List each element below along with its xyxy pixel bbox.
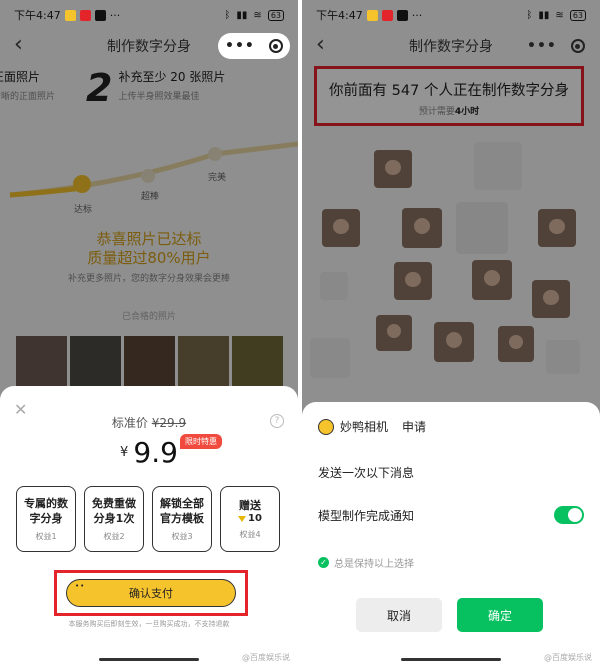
battery-icon: 63	[267, 9, 284, 21]
diamond-icon	[238, 515, 247, 522]
price-value: 9.9	[133, 436, 178, 469]
gift-count-value: 10	[248, 513, 262, 524]
more-notifications-icon: ···	[109, 8, 121, 22]
promo-badge: 限时特惠	[180, 434, 222, 449]
refund-disclaimer: 本服务购买后即刻生效，一旦购买成功，不支持退款	[68, 620, 230, 628]
app-header: 妙鸭相机 申请	[318, 418, 426, 435]
app-notification-icon	[79, 9, 91, 21]
back-icon[interactable]: ‹	[14, 32, 23, 58]
miniprogram-capsule: •••	[520, 33, 592, 59]
benefit-card: 解锁全部官方模板 权益3	[152, 486, 212, 552]
original-price: ¥29.9	[151, 416, 187, 430]
status-time: 下午4:47	[14, 9, 61, 22]
wifi-icon: ≋	[555, 9, 564, 21]
page-title: 制作数字分身	[107, 39, 191, 55]
wifi-icon: ≋	[253, 9, 262, 21]
remember-choice-label: 总是保持以上选择	[334, 559, 414, 570]
confirm-pay-label: 确认支付	[129, 587, 173, 600]
remember-choice[interactable]: ✓ 总是保持以上选择	[318, 555, 414, 570]
benefit-title: 专属的数字分身	[24, 497, 68, 525]
duck-eyes-icon: ••	[75, 582, 86, 590]
check-icon: ✓	[318, 557, 329, 568]
queue-screen: 下午4:47 ··· ᛒ ▮▮ ≋ 63 ‹ 制作数字分身 ••• 你前面有 5…	[302, 0, 600, 667]
watermark: @百度娱乐说	[242, 653, 290, 662]
more-menu-icon[interactable]: •••	[225, 38, 255, 54]
close-miniprogram-icon[interactable]	[268, 39, 283, 53]
duck-logo-icon	[318, 418, 334, 435]
benefit-title: 解锁全部官方模板	[160, 497, 204, 525]
notification-toggle[interactable]	[554, 506, 584, 524]
benefit-title: 免费重做分身1次	[92, 497, 136, 525]
benefit-label: 权益2	[103, 532, 125, 541]
signal-icon: ▮▮	[236, 9, 248, 21]
standard-price-label: 标准价	[111, 416, 148, 430]
benefit-label: 权益1	[35, 532, 57, 541]
home-indicator[interactable]	[99, 658, 199, 661]
subscribe-message-sheet: 妙鸭相机 申请 发送一次以下消息 模型制作完成通知 ✓ 总是保持以上选择 取消 …	[302, 402, 600, 667]
app-notification-icon	[396, 9, 408, 21]
app-notification-icon	[94, 9, 106, 21]
notification-option: 模型制作完成通知	[318, 506, 584, 524]
status-bar: 下午4:47 ··· ᛒ ▮▮ ≋ 63	[302, 0, 600, 30]
app-notification-icon	[381, 9, 393, 21]
cancel-button[interactable]: 取消	[356, 598, 442, 632]
battery-icon: 63	[569, 9, 586, 21]
page-title: 制作数字分身	[409, 39, 493, 55]
bluetooth-icon: ᛒ	[224, 9, 231, 21]
home-indicator[interactable]	[401, 658, 501, 661]
gift-count: 10	[238, 513, 262, 524]
benefit-list: 专属的数字分身 权益1 免费重做分身1次 权益2 解锁全部官方模板 权益3 赠送…	[16, 486, 280, 552]
app-notification-icon	[366, 9, 378, 21]
app-name: 妙鸭相机	[340, 420, 389, 434]
benefit-label: 权益4	[239, 530, 261, 539]
benefit-card: 专属的数字分身 权益1	[16, 486, 76, 552]
miniprogram-capsule: •••	[218, 33, 290, 59]
payment-screen: 下午4:47 ··· ᛒ ▮▮ ≋ 63 ‹ 制作数字分身 ••• 正面照片 清…	[0, 0, 298, 667]
standard-price: 标准价 ¥29.9	[0, 414, 298, 431]
app-notification-icon	[64, 9, 76, 21]
benefit-title: 赠送	[239, 499, 261, 512]
send-message-text: 发送一次以下消息	[318, 466, 415, 480]
benefit-card: 免费重做分身1次 权益2	[84, 486, 144, 552]
request-label: 申请	[402, 420, 427, 434]
more-notifications-icon: ···	[411, 8, 423, 22]
more-menu-icon[interactable]: •••	[527, 38, 557, 54]
benefit-card: 赠送 10 权益4	[220, 486, 280, 552]
watermark: @百度娱乐说	[544, 653, 592, 662]
notification-label: 模型制作完成通知	[318, 508, 415, 523]
signal-icon: ▮▮	[538, 9, 550, 21]
nav-bar: ‹ 制作数字分身 •••	[302, 30, 600, 62]
sale-price: ¥ 9.9	[0, 436, 298, 469]
confirm-button[interactable]: 确定	[457, 598, 543, 632]
status-time: 下午4:47	[316, 9, 363, 22]
close-miniprogram-icon[interactable]	[570, 39, 585, 53]
back-icon[interactable]: ‹	[316, 32, 325, 58]
nav-bar: ‹ 制作数字分身 •••	[0, 30, 298, 62]
highlight-box: •• 确认支付	[54, 570, 248, 616]
payment-sheet: ✕ ? 标准价 ¥29.9 ¥ 9.9 限时特惠 专属的数字分身 权益1 免费重…	[0, 386, 298, 667]
currency-symbol: ¥	[120, 445, 129, 460]
benefit-label: 权益3	[171, 532, 193, 541]
confirm-pay-button[interactable]: •• 确认支付	[66, 579, 236, 607]
status-bar: 下午4:47 ··· ᛒ ▮▮ ≋ 63	[0, 0, 298, 30]
bluetooth-icon: ᛒ	[526, 9, 533, 21]
